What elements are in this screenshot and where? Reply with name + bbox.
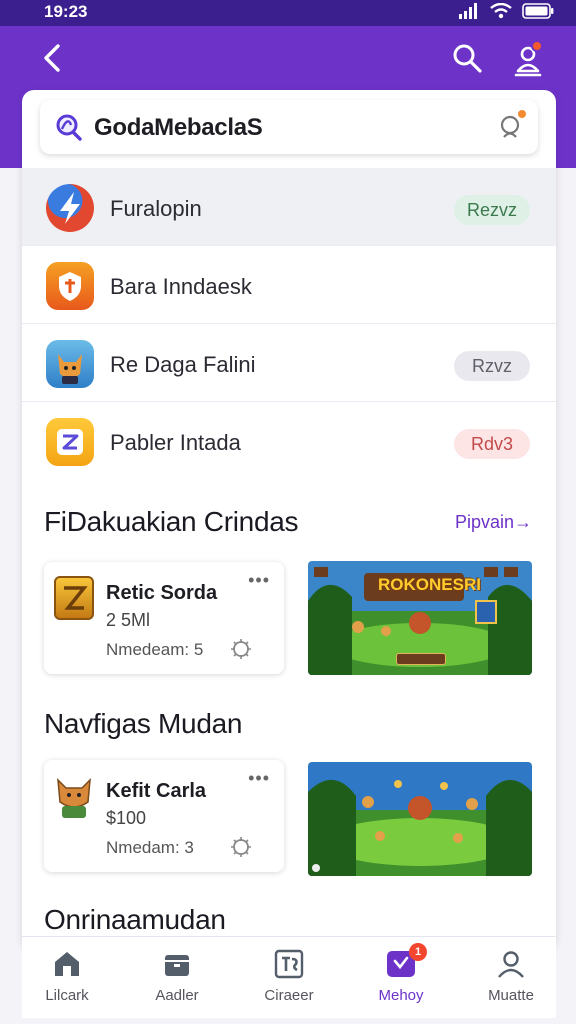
list-item-label: Re Daga Falini	[110, 352, 256, 377]
system-icons	[458, 3, 554, 19]
status-bar: 19:23	[0, 0, 576, 26]
more-options-button[interactable]: •••	[248, 768, 270, 789]
tab-label: Mehoy	[378, 987, 424, 1004]
section-title: FiDakuakian Crindas	[44, 506, 299, 537]
section-title: Navfigas Mudan	[44, 708, 243, 739]
account-button[interactable]	[509, 40, 549, 80]
notification-dot	[531, 40, 543, 52]
search-logo-icon	[56, 114, 82, 141]
signal-icon	[459, 3, 477, 19]
bottom-tab-bar: Lilcark Aadler Ciraeer 1 Mehoy Muatte	[22, 936, 556, 1018]
fox-app-icon	[46, 340, 94, 388]
game-banner: ROKONESRI	[378, 575, 481, 594]
status-badge: Rzvz	[454, 351, 530, 381]
tab-messages[interactable]: 1 Mehoy	[356, 943, 446, 1011]
user-badge-icon	[514, 46, 542, 77]
list-item[interactable]: Re Daga Falini Rzvz	[22, 324, 556, 402]
game-screenshot[interactable]	[308, 762, 532, 876]
card-meta: Nmedam: 3	[106, 838, 194, 857]
shield-app-icon	[46, 262, 94, 310]
search-notification[interactable]	[496, 108, 528, 142]
status-badge: Rezvz	[454, 195, 530, 225]
tab-label: Lilcark	[45, 987, 89, 1004]
status-badge: Rdv3	[454, 429, 530, 459]
search-field[interactable]: GodaMebaclaS	[40, 100, 538, 154]
tab-label: Ciraeer	[264, 987, 314, 1004]
section-title: Onrinaamudan	[44, 904, 226, 935]
battery-icon	[522, 3, 554, 19]
z-app-icon	[46, 418, 94, 466]
app-list: Furalopin Rezvz Bara Inndaesk Re Daga Fa…	[22, 168, 556, 480]
see-all-link[interactable]: Pipvain→	[455, 512, 532, 533]
card-number: 2 5Ml	[106, 610, 151, 630]
game-screenshot[interactable]: ROKONESRI	[308, 561, 532, 675]
box-icon	[165, 955, 189, 976]
wifi-icon	[490, 3, 512, 19]
card-meta: Nmedeam: 5	[106, 640, 204, 659]
list-item[interactable]: Pabler Intada Rdv3	[22, 402, 556, 480]
lightning-app-icon	[46, 184, 94, 232]
gear-badge-icon[interactable]	[230, 836, 252, 858]
card-number: $100	[106, 808, 147, 828]
list-item-label: Pabler Intada	[110, 430, 241, 455]
fox-avatar-icon	[54, 774, 94, 818]
status-time: 19:23	[44, 2, 88, 21]
game-card[interactable]: Kefit Carla $100 Nmedam: 3 •••	[44, 760, 284, 872]
more-options-button[interactable]: •••	[248, 570, 270, 591]
game-scene-2-illustration	[308, 762, 532, 876]
tab-home[interactable]: Lilcark	[22, 947, 112, 1011]
search-query: GodaMebaclaS	[94, 114, 263, 141]
tab-library[interactable]: Aadler	[132, 947, 222, 1011]
tab-badge: 1	[409, 943, 427, 961]
gold-z-icon	[54, 576, 94, 620]
list-item[interactable]: Furalopin Rezvz	[22, 168, 556, 246]
card-title: Retic Sorda	[106, 582, 218, 604]
ts-icon	[274, 949, 304, 979]
list-item-label: Bara Inndaesk	[110, 274, 252, 299]
search-dot	[516, 108, 528, 120]
tab-label: Aadler	[155, 987, 199, 1004]
card-title: Kefit Carla	[106, 780, 207, 802]
back-arrow-icon[interactable]	[36, 40, 72, 76]
search-icon[interactable]	[449, 40, 485, 76]
list-item-label: Furalopin	[110, 196, 202, 221]
person-icon	[498, 951, 524, 978]
gear-badge-icon[interactable]	[230, 638, 252, 660]
list-item[interactable]: Bara Inndaesk	[22, 246, 556, 324]
game-card[interactable]: Retic Sorda 2 5Ml Nmedeam: 5 •••	[44, 562, 284, 674]
home-icon	[55, 952, 79, 976]
tab-profile[interactable]: Muatte	[466, 947, 556, 1011]
game-play-button[interactable]	[396, 653, 446, 665]
tab-label: Muatte	[488, 987, 534, 1004]
tab-career[interactable]: Ciraeer	[244, 947, 334, 1011]
content-sheet: GodaMebaclaS Furalopin Rezvz Bara Inndae…	[22, 90, 556, 950]
